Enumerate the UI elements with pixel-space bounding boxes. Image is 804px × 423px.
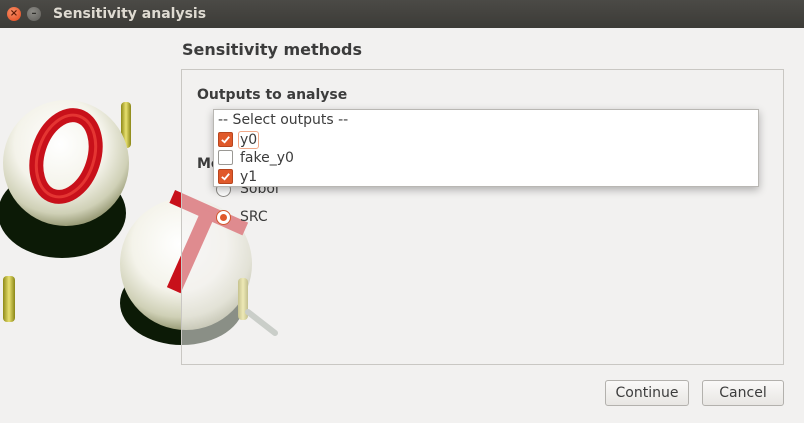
checkmark-icon xyxy=(221,136,230,144)
method-option-src[interactable]: SRC xyxy=(216,208,268,226)
output-item-y1[interactable]: y1 xyxy=(218,167,257,186)
continue-button[interactable]: Continue xyxy=(605,380,689,406)
output-item-y0[interactable]: y0 xyxy=(218,130,260,149)
method-label: SRC xyxy=(240,209,268,225)
outputs-dropdown-list[interactable]: -- Select outputs -- y0 fake_y0 y1 xyxy=(213,109,759,187)
minimize-icon[interactable]: – xyxy=(27,7,41,21)
checkbox-checked[interactable] xyxy=(218,169,233,184)
dropdown-header[interactable]: -- Select outputs -- xyxy=(218,112,348,128)
radio-button-selected[interactable] xyxy=(216,209,231,225)
output-label: y0 xyxy=(237,130,260,149)
output-item-fake-y0[interactable]: fake_y0 xyxy=(218,148,294,167)
checkbox-unchecked[interactable] xyxy=(218,150,233,165)
section-title: Sensitivity methods xyxy=(182,40,362,59)
title-bar[interactable]: × – Sensitivity analysis xyxy=(0,0,804,28)
cancel-button[interactable]: Cancel xyxy=(702,380,784,406)
close-icon[interactable]: × xyxy=(7,7,21,21)
output-label: fake_y0 xyxy=(240,149,294,166)
dialog-window: × – Sensitivity analysis Sensitivity met… xyxy=(0,0,804,423)
window-title: Sensitivity analysis xyxy=(53,6,207,22)
checkbox-checked[interactable] xyxy=(218,132,233,147)
output-label: y1 xyxy=(240,168,258,185)
checkmark-icon xyxy=(221,173,230,181)
outputs-label: Outputs to analyse xyxy=(197,87,348,103)
